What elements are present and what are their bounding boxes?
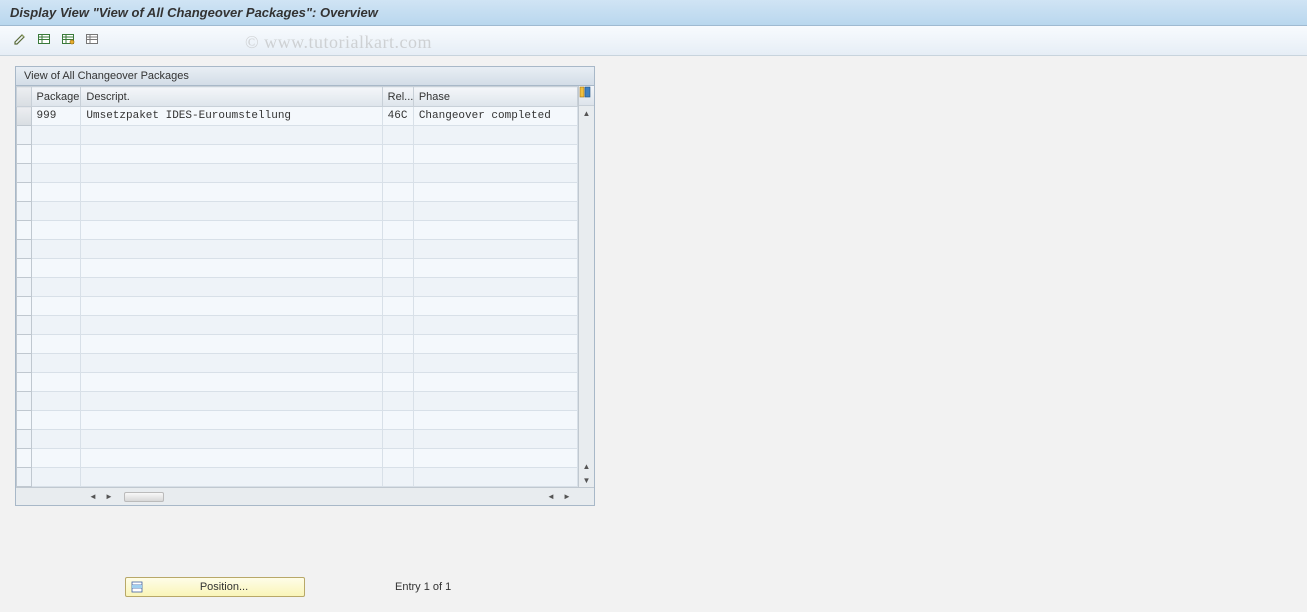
table-icon [85,32,99,49]
footer: Position... Entry 1 of 1 [125,577,451,597]
row-selector[interactable] [17,373,32,392]
table-row[interactable] [17,373,578,392]
row-selector[interactable] [17,145,32,164]
table-settings-icon[interactable] [579,86,594,106]
table-row[interactable] [17,183,578,202]
position-label: Position... [148,581,300,593]
table-row[interactable] [17,221,578,240]
row-selector[interactable] [17,335,32,354]
table-row[interactable] [17,392,578,411]
toolbar-table-1-button[interactable] [34,31,54,51]
col-header-package[interactable]: Package [31,87,81,107]
scroll-left-icon[interactable]: ◄ [86,490,100,504]
row-selector[interactable] [17,221,32,240]
row-selector[interactable] [17,164,32,183]
table-row[interactable] [17,278,578,297]
table-row[interactable] [17,449,578,468]
hscroll-thumb[interactable] [124,492,164,502]
toolbar-table-2-button[interactable] [58,31,78,51]
scroll-right-icon[interactable]: ► [102,490,116,504]
row-selector[interactable] [17,240,32,259]
table-caption: View of All Changeover Packages [16,67,594,86]
table-row[interactable] [17,468,578,487]
table-row[interactable] [17,202,578,221]
main-content: View of All Changeover Packages Package [0,56,1307,516]
table-row[interactable] [17,430,578,449]
table-row[interactable] [17,164,578,183]
row-selector[interactable] [17,202,32,221]
cell-descript[interactable]: Umsetzpaket IDES-Euroumstellung [81,107,382,126]
row-selector[interactable] [17,278,32,297]
table-row[interactable] [17,259,578,278]
row-selector[interactable] [17,468,32,487]
row-selector[interactable] [17,449,32,468]
row-selector-header[interactable] [17,87,32,107]
row-selector[interactable] [17,126,32,145]
table-row[interactable] [17,411,578,430]
scroll-left2-icon[interactable]: ◄ [544,490,558,504]
row-selector[interactable] [17,316,32,335]
page-title-text: Display View "View of All Changeover Pac… [10,5,378,20]
table-row[interactable] [17,316,578,335]
pencil-icon [13,32,27,49]
row-selector[interactable] [17,297,32,316]
table-icon [37,32,51,49]
scroll-up-icon[interactable]: ▲ [580,106,594,120]
scroll-down-icon[interactable]: ▲ [580,459,594,473]
row-selector[interactable] [17,259,32,278]
row-selector[interactable] [17,354,32,373]
cell-package[interactable]: 999 [31,107,81,126]
table-row[interactable] [17,354,578,373]
toolbar [0,26,1307,56]
row-selector[interactable] [17,430,32,449]
col-header-rel[interactable]: Rel... [382,87,413,107]
cell-rel[interactable]: 46C [382,107,413,126]
data-grid: Package Descript. Rel... Phase 999Umsetz… [16,86,578,487]
scroll-right2-icon[interactable]: ► [560,490,574,504]
page-title: Display View "View of All Changeover Pac… [0,0,1307,26]
table-row[interactable]: 999Umsetzpaket IDES-Euroumstellung46CCha… [17,107,578,126]
table-container: View of All Changeover Packages Package [15,66,595,506]
table-row[interactable] [17,297,578,316]
table-row[interactable] [17,335,578,354]
position-icon [130,580,144,594]
position-button[interactable]: Position... [125,577,305,597]
table-row[interactable] [17,126,578,145]
table-row[interactable] [17,145,578,164]
row-selector[interactable] [17,411,32,430]
row-selector[interactable] [17,107,32,126]
horizontal-scrollbar[interactable]: ◄ ► ◄ ► [16,487,594,505]
col-header-phase[interactable]: Phase [413,87,577,107]
entry-count-text: Entry 1 of 1 [395,581,451,593]
cell-phase[interactable]: Changeover completed [413,107,577,126]
scroll-down2-icon[interactable]: ▼ [580,473,594,487]
table-row[interactable] [17,240,578,259]
col-header-descript[interactable]: Descript. [81,87,382,107]
header-row: Package Descript. Rel... Phase [17,87,578,107]
row-selector[interactable] [17,183,32,202]
row-selector[interactable] [17,392,32,411]
toolbar-edit-button[interactable] [10,31,30,51]
toolbar-table-3-button[interactable] [82,31,102,51]
vertical-scrollbar[interactable]: ▲ ▲ ▼ [578,86,594,487]
table-icon [61,32,75,49]
